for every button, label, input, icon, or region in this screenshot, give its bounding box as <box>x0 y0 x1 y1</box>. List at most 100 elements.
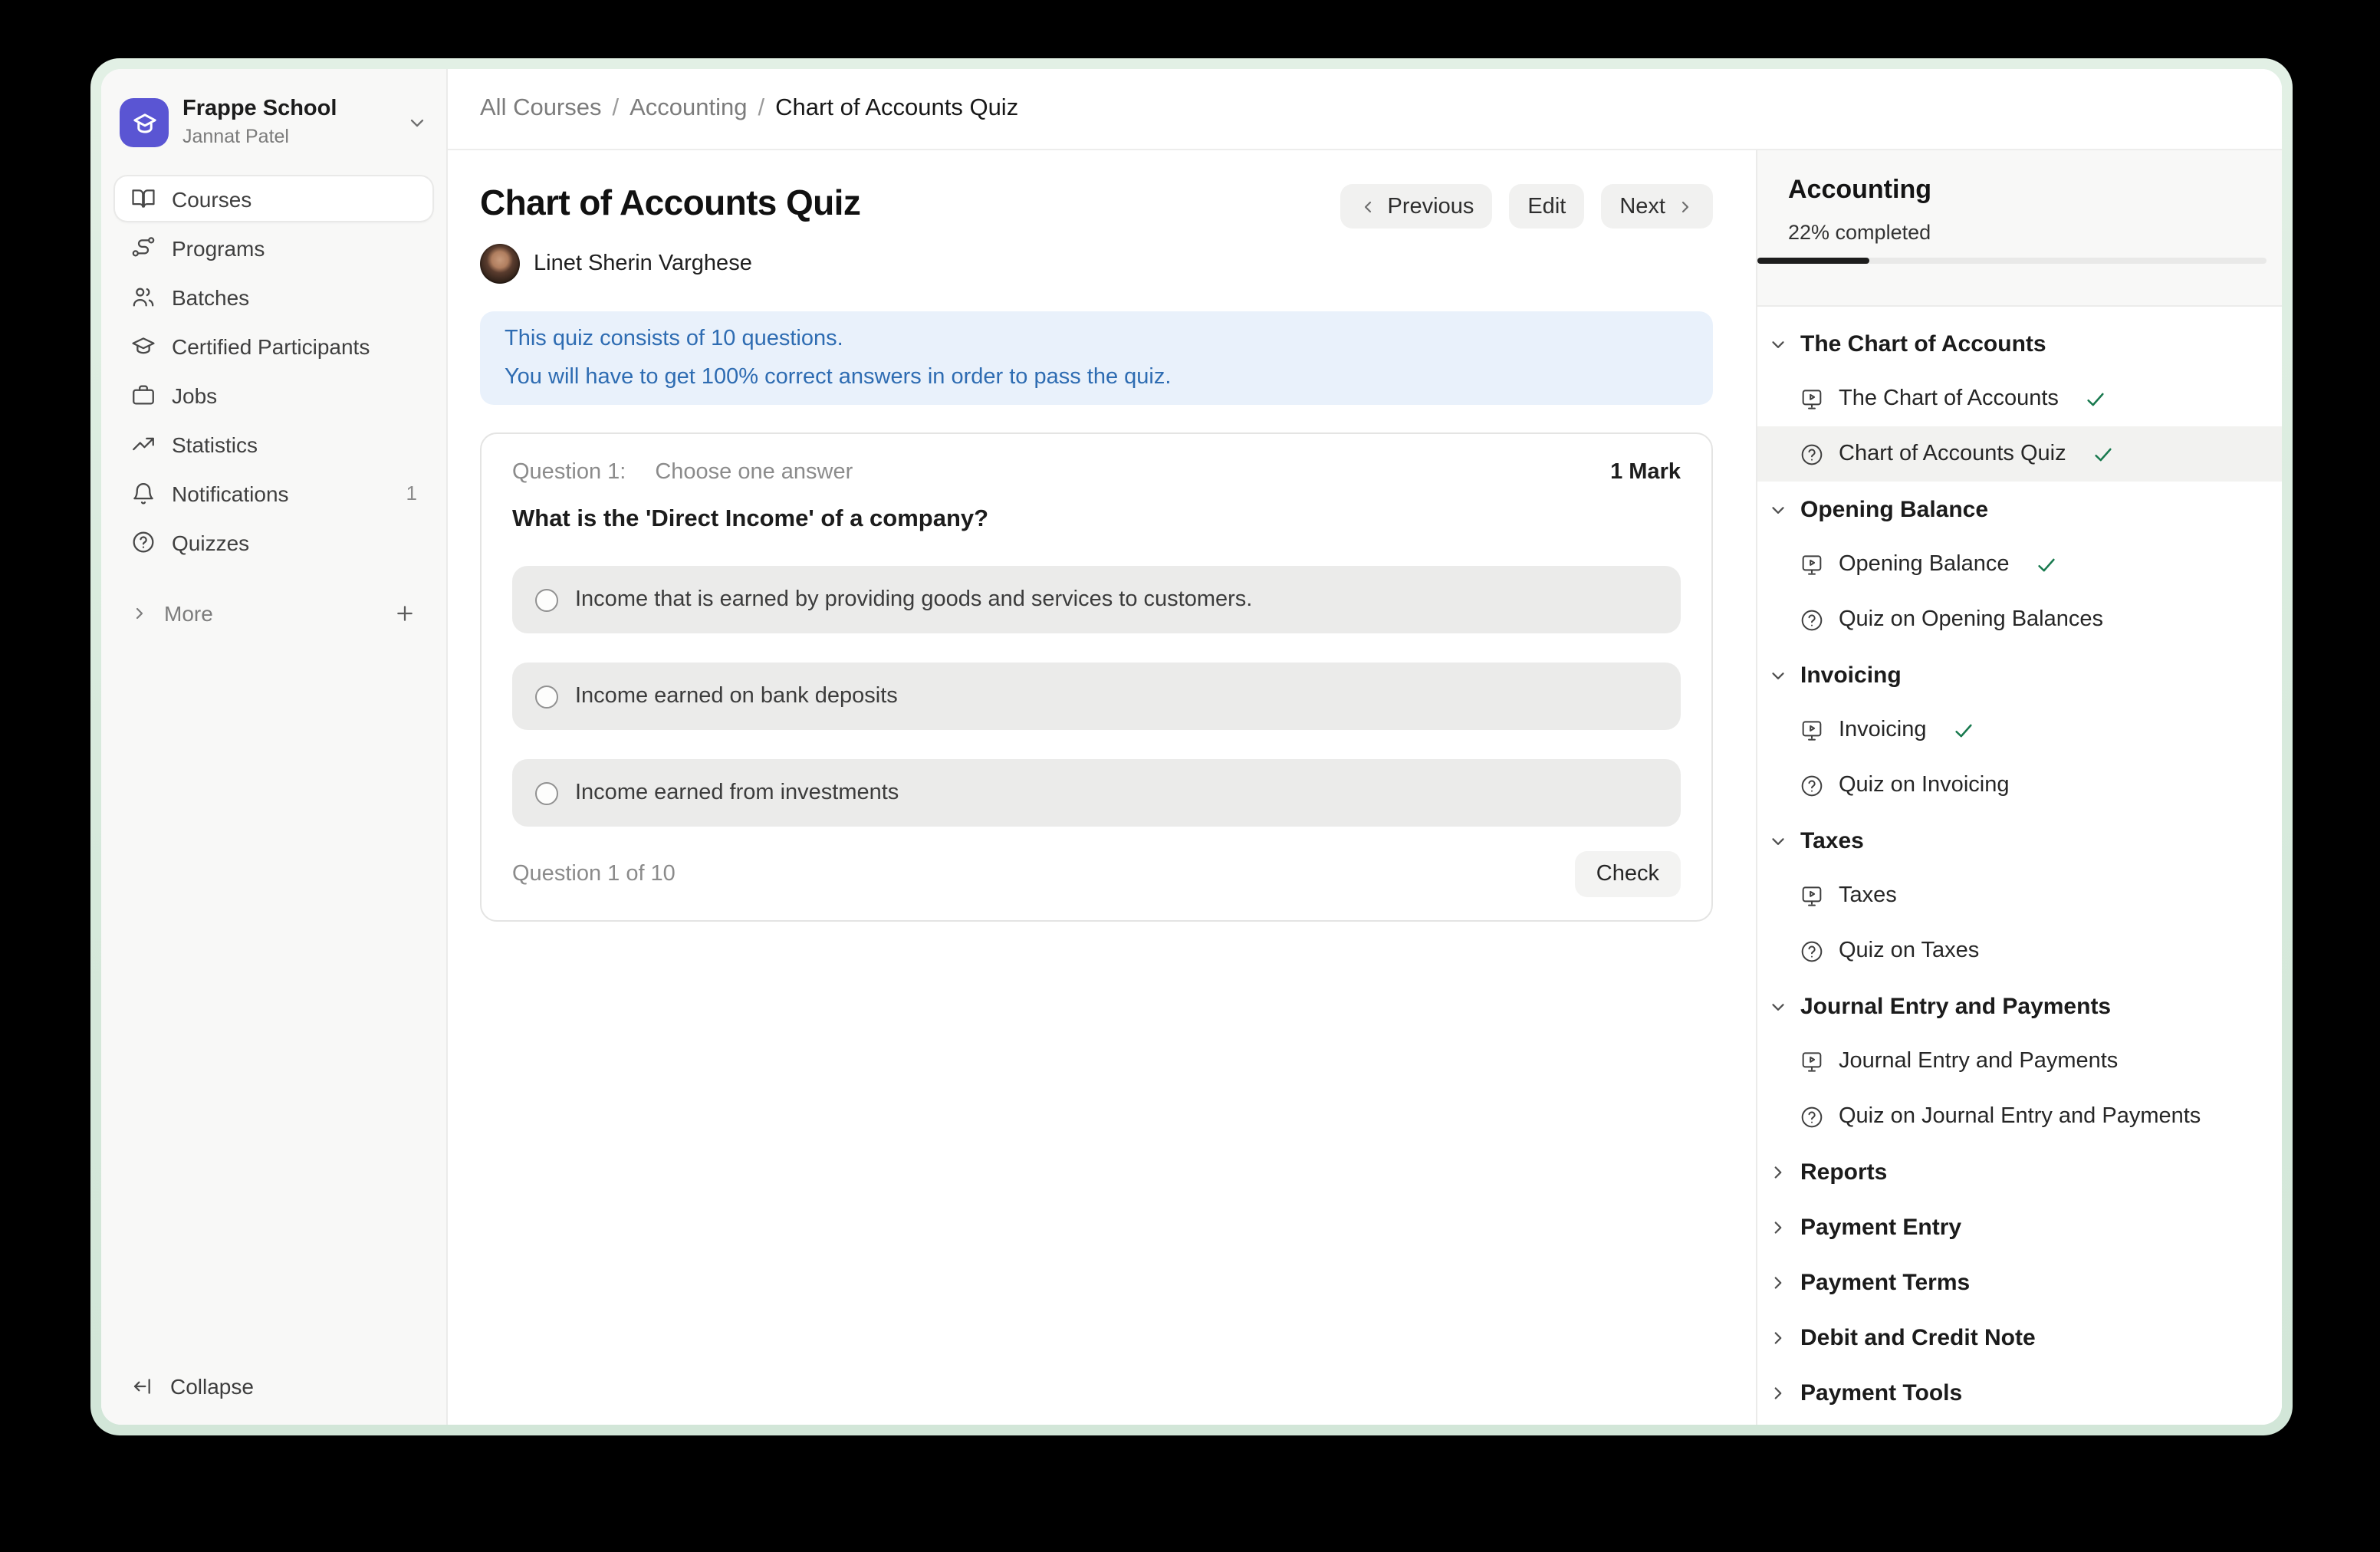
outline-item-label: Journal Entry and Payments <box>1839 1049 2118 1074</box>
outline-section-payment-tools[interactable]: Payment Tools <box>1757 1365 2282 1420</box>
sidebar-item-certified-participants[interactable]: Certified Participants <box>115 324 432 368</box>
outline-section-title: Journal Entry and Payments <box>1800 993 2111 1019</box>
quiz-icon <box>1799 1103 1825 1129</box>
sidebar-more[interactable]: More <box>115 590 432 635</box>
chevron-right-icon <box>1676 197 1695 215</box>
answer-option[interactable]: Income earned on bank deposits <box>512 663 1681 731</box>
outline-section-debit-and-credit-note[interactable]: Debit and Credit Note <box>1757 1310 2282 1365</box>
previous-button[interactable]: Previous <box>1340 184 1493 229</box>
course-outline-sidebar: Accounting 22% completed The Chart of Ac… <box>1756 150 2282 1425</box>
outline-item-the-chart-of-accounts[interactable]: The Chart of Accounts <box>1757 371 2282 426</box>
outline-section-reports[interactable]: Reports <box>1757 1144 2282 1199</box>
author-row: Linet Sherin Varghese <box>480 244 1713 284</box>
outline-item-label: Opening Balance <box>1839 552 2010 577</box>
answer-option[interactable]: Income that is earned by providing goods… <box>512 567 1681 634</box>
chevron-right-icon <box>1768 1162 1788 1182</box>
sidebar-item-courses[interactable]: Courses <box>115 176 432 221</box>
check-icon <box>2036 553 2059 576</box>
sidebar-item-quizzes[interactable]: Quizzes <box>115 520 432 564</box>
edit-button[interactable]: Edit <box>1509 184 1584 229</box>
edit-label: Edit <box>1527 194 1566 219</box>
quiz-icon <box>1799 441 1825 467</box>
radio-icon[interactable] <box>535 782 558 805</box>
question-footer: Question 1 of 10 Check <box>512 852 1681 898</box>
outline-section-invoicing[interactable]: Invoicing <box>1757 647 2282 702</box>
breadcrumb-all-courses[interactable]: All Courses <box>480 95 602 123</box>
breadcrumb: All Courses / Accounting / Chart of Acco… <box>448 69 2282 150</box>
lesson-icon <box>1799 551 1825 577</box>
workspace-labels: Frappe School Jannat Patel <box>182 97 337 148</box>
check-button[interactable]: Check <box>1575 852 1681 898</box>
course-progress-fill <box>1757 258 1869 264</box>
outline-section-opening-balance[interactable]: Opening Balance <box>1757 482 2282 537</box>
lesson-icon <box>1799 883 1825 909</box>
outline-item-label: Chart of Accounts Quiz <box>1839 442 2066 466</box>
bell-icon <box>130 480 156 506</box>
lesson-icon <box>1799 1048 1825 1074</box>
page-title: Chart of Accounts Quiz <box>480 182 860 224</box>
question-marks: 1 Mark <box>1610 461 1681 485</box>
breadcrumb-separator: / <box>613 95 620 123</box>
main-content: Chart of Accounts Quiz Previous Edit <box>448 150 1756 1425</box>
quiz-icon <box>1799 938 1825 964</box>
check-icon <box>2085 387 2108 410</box>
outline-item-quiz-on-opening-balances[interactable]: Quiz on Opening Balances <box>1757 592 2282 647</box>
author-name: Linet Sherin Varghese <box>534 252 752 276</box>
course-completed-label: 22% completed <box>1757 221 2282 244</box>
lesson-icon <box>1799 717 1825 743</box>
radio-icon[interactable] <box>535 589 558 612</box>
outline-section-title: Reports <box>1800 1159 1887 1185</box>
outline-section-journal-entry-and-payments[interactable]: Journal Entry and Payments <box>1757 978 2282 1034</box>
sidebar-menu: CoursesPrograms Batches Certified Particip… <box>115 176 432 564</box>
sidebar-item-batches[interactable]: Batches <box>115 275 432 319</box>
outline-section-title: Opening Balance <box>1800 496 1988 522</box>
outline-section-title: Payment Tools <box>1800 1379 1962 1406</box>
chevron-down-icon <box>1768 499 1788 519</box>
check-icon <box>2092 442 2115 465</box>
outline-section-payment-terms[interactable]: Payment Terms <box>1757 1254 2282 1310</box>
sidebar-item-label: Statistics <box>172 432 258 456</box>
quiz-toolbar: Previous Edit Next <box>1340 184 1714 229</box>
outline-item-label: Quiz on Opening Balances <box>1839 607 2103 632</box>
chevron-right-icon <box>1768 1272 1788 1292</box>
outline-item-opening-balance[interactable]: Opening Balance <box>1757 537 2282 592</box>
outline-section-payment-entry[interactable]: Payment Entry <box>1757 1199 2282 1254</box>
sidebar-item-notifications[interactable]: Notifications1 <box>115 471 432 515</box>
breadcrumb-accounting[interactable]: Accounting <box>630 95 747 123</box>
programs-icon <box>130 235 156 261</box>
school-name: Frappe School <box>182 97 337 123</box>
avatar <box>480 244 520 284</box>
outline-item-chart-of-accounts-quiz[interactable]: Chart of Accounts Quiz <box>1757 426 2282 482</box>
course-progress-bar <box>1757 258 2267 264</box>
lesson-icon <box>1799 386 1825 412</box>
outline-item-invoicing[interactable]: Invoicing <box>1757 702 2282 758</box>
outline-section-the-chart-of-accounts[interactable]: The Chart of Accounts <box>1757 316 2282 371</box>
answer-option-label: Income that is earned by providing goods… <box>575 588 1252 613</box>
question-text: What is the 'Direct Income' of a company… <box>512 507 1681 534</box>
sidebar-item-statistics[interactable]: Statistics <box>115 422 432 466</box>
answer-option[interactable]: Income earned from investments <box>512 760 1681 827</box>
collapse-button[interactable]: Collapse <box>115 1363 432 1409</box>
outline-section-taxes[interactable]: Taxes <box>1757 813 2282 868</box>
chevron-down-icon <box>1768 665 1788 685</box>
outline-item-quiz-on-invoicing[interactable]: Quiz on Invoicing <box>1757 758 2282 813</box>
outline-item-quiz-on-taxes[interactable]: Quiz on Taxes <box>1757 923 2282 978</box>
workspace-switcher[interactable]: Frappe School Jannat Patel <box>115 86 432 156</box>
outline-item-label: Quiz on Taxes <box>1839 939 1979 963</box>
graduation-cap-icon <box>130 333 156 359</box>
outline-item-label: Quiz on Invoicing <box>1839 773 2009 797</box>
notification-count-badge: 1 <box>406 482 417 505</box>
collapse-label: Collapse <box>170 1374 254 1399</box>
radio-icon[interactable] <box>535 686 558 709</box>
next-button[interactable]: Next <box>1601 184 1713 229</box>
outline-item-taxes[interactable]: Taxes <box>1757 868 2282 923</box>
chevron-right-icon <box>1768 1327 1788 1347</box>
outline-item-journal-entry-and-payments[interactable]: Journal Entry and Payments <box>1757 1034 2282 1089</box>
sidebar-item-programs[interactable]: Programs <box>115 225 432 270</box>
add-icon[interactable] <box>393 600 417 625</box>
left-sidebar: Frappe School Jannat Patel CoursesProgra… <box>101 69 448 1425</box>
chevron-right-icon <box>130 603 149 622</box>
sidebar-item-jobs[interactable]: Jobs <box>115 373 432 417</box>
outline-section-title: Invoicing <box>1800 662 1902 688</box>
outline-item-quiz-on-journal-entry-and-payments[interactable]: Quiz on Journal Entry and Payments <box>1757 1089 2282 1144</box>
